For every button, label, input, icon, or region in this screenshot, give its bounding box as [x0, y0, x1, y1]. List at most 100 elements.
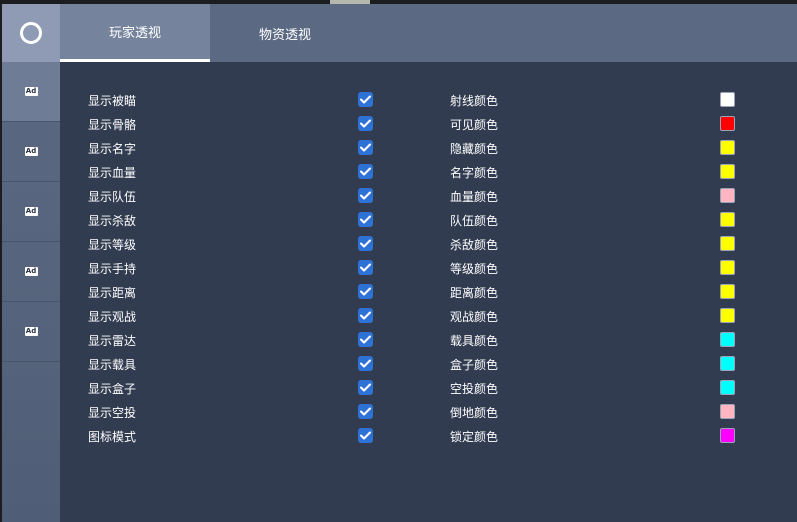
toggle-row: 显示载具: [88, 352, 378, 376]
toggle-label: 显示杀敌: [88, 213, 137, 228]
color-label: 杀敌颜色: [450, 237, 499, 252]
color-label: 可见颜色: [450, 117, 499, 132]
sidebar: Ad Ad Ad Ad Ad: [2, 4, 60, 522]
checkmark-icon: [360, 167, 371, 176]
toggle-checkbox[interactable]: [358, 236, 373, 251]
toggle-label: 显示盒子: [88, 381, 137, 396]
color-label: 射线颜色: [450, 93, 499, 108]
color-swatch[interactable]: [720, 92, 735, 107]
color-swatch[interactable]: [720, 188, 735, 203]
toggle-row: 显示盒子: [88, 376, 378, 400]
toggle-label: 显示空投: [88, 405, 137, 420]
color-label: 锁定颜色: [450, 429, 499, 444]
toggle-row: 显示骨骼: [88, 112, 378, 136]
color-swatch[interactable]: [720, 404, 735, 419]
sidebar-item-2[interactable]: Ad: [2, 122, 60, 182]
sidebar-items: Ad Ad Ad Ad Ad: [2, 62, 60, 362]
checkmark-icon: [360, 383, 371, 392]
toggle-checkbox[interactable]: [358, 164, 373, 179]
color-swatch[interactable]: [720, 380, 735, 395]
toggle-checkbox[interactable]: [358, 308, 373, 323]
checkmark-icon: [360, 95, 371, 104]
circle-logo-icon: [20, 22, 42, 44]
checkmark-icon: [360, 407, 371, 416]
toggle-label: 显示名字: [88, 141, 137, 156]
settings-panel: 显示被瞄 显示骨骼显示名字显示血量显示队伍显示杀敌显示等级显示手持显示距离显示观战…: [60, 62, 797, 522]
color-row: 可见颜色: [450, 112, 740, 136]
checkmark-icon: [360, 215, 371, 224]
checkmark-icon: [360, 143, 371, 152]
toggle-checkbox[interactable]: [358, 92, 373, 107]
toggle-row: 显示被瞄: [88, 88, 378, 112]
toggle-checkbox[interactable]: [358, 404, 373, 419]
color-label: 盒子颜色: [450, 357, 499, 372]
color-label: 血量颜色: [450, 189, 499, 204]
toggle-row: 显示队伍: [88, 184, 378, 208]
color-row: 杀敌颜色: [450, 232, 740, 256]
toggle-label: 显示等级: [88, 237, 137, 252]
color-label: 空投颜色: [450, 381, 499, 396]
color-swatch[interactable]: [720, 356, 735, 371]
toggle-checkbox[interactable]: [358, 332, 373, 347]
toggle-row: 显示杀敌: [88, 208, 378, 232]
sidebar-item-5[interactable]: Ad: [2, 302, 60, 362]
color-swatch[interactable]: [720, 308, 735, 323]
toggle-label: 显示距离: [88, 285, 137, 300]
color-list: 射线颜色 可见颜色 隐藏颜色 名字颜色 血量颜色 队伍颜色 杀敌颜色 等级颜色 距离颜色 观战颜色…: [450, 88, 740, 448]
toggle-list: 显示被瞄 显示骨骼显示名字显示血量显示队伍显示杀敌显示等级显示手持显示距离显示观战…: [88, 88, 378, 448]
ad-icon: Ad: [24, 87, 38, 96]
checkmark-icon: [360, 335, 371, 344]
checkmark-icon: [360, 239, 371, 248]
sidebar-item-1[interactable]: Ad: [2, 62, 60, 122]
color-label: 等级颜色: [450, 261, 499, 276]
color-swatch[interactable]: [720, 428, 735, 443]
toggle-checkbox[interactable]: [358, 188, 373, 203]
tab-bar: 玩家透视 物资透视: [60, 4, 797, 62]
toggle-checkbox[interactable]: [358, 356, 373, 371]
toggle-row: 显示手持: [88, 256, 378, 280]
toggle-label: 显示载具: [88, 357, 137, 372]
color-label: 倒地颜色: [450, 405, 499, 420]
color-swatch[interactable]: [720, 116, 735, 131]
checkmark-icon: [360, 431, 371, 440]
color-row: 队伍颜色: [450, 208, 740, 232]
toggle-checkbox[interactable]: [358, 428, 373, 443]
toggle-checkbox[interactable]: [358, 116, 373, 131]
color-row: 盒子颜色: [450, 352, 740, 376]
color-row: 锁定颜色: [450, 424, 740, 448]
toggle-label: 显示血量: [88, 165, 137, 180]
tab-item-esp[interactable]: 物资透视: [210, 4, 360, 62]
toggle-checkbox[interactable]: [358, 380, 373, 395]
toggle-checkbox[interactable]: [358, 140, 373, 155]
color-swatch[interactable]: [720, 260, 735, 275]
color-row: 名字颜色: [450, 160, 740, 184]
sidebar-item-3[interactable]: Ad: [2, 182, 60, 242]
checkmark-icon: [360, 287, 371, 296]
checkmark-icon: [360, 263, 371, 272]
color-swatch[interactable]: [720, 332, 735, 347]
color-swatch[interactable]: [720, 164, 735, 179]
color-row: 血量颜色: [450, 184, 740, 208]
toggle-label: 图标模式: [88, 429, 137, 444]
toggle-checkbox[interactable]: [358, 212, 373, 227]
ad-icon: Ad: [24, 147, 38, 156]
toggle-row: 显示血量: [88, 160, 378, 184]
checkmark-icon: [360, 119, 371, 128]
color-label: 距离颜色: [450, 285, 499, 300]
color-swatch[interactable]: [720, 140, 735, 155]
toggle-row: 图标模式: [88, 424, 378, 448]
color-label: 隐藏颜色: [450, 141, 499, 156]
toggle-label: 显示手持: [88, 261, 137, 276]
color-label: 载具颜色: [450, 333, 499, 348]
color-row: 载具颜色: [450, 328, 740, 352]
color-swatch[interactable]: [720, 284, 735, 299]
toggle-row: 显示观战: [88, 304, 378, 328]
color-swatch[interactable]: [720, 212, 735, 227]
color-swatch[interactable]: [720, 236, 735, 251]
sidebar-item-4[interactable]: Ad: [2, 242, 60, 302]
tab-player-esp[interactable]: 玩家透视: [60, 4, 210, 62]
toggle-checkbox[interactable]: [358, 260, 373, 275]
toggle-checkbox[interactable]: [358, 284, 373, 299]
color-row: 倒地颜色: [450, 400, 740, 424]
color-label: 名字颜色: [450, 165, 499, 180]
